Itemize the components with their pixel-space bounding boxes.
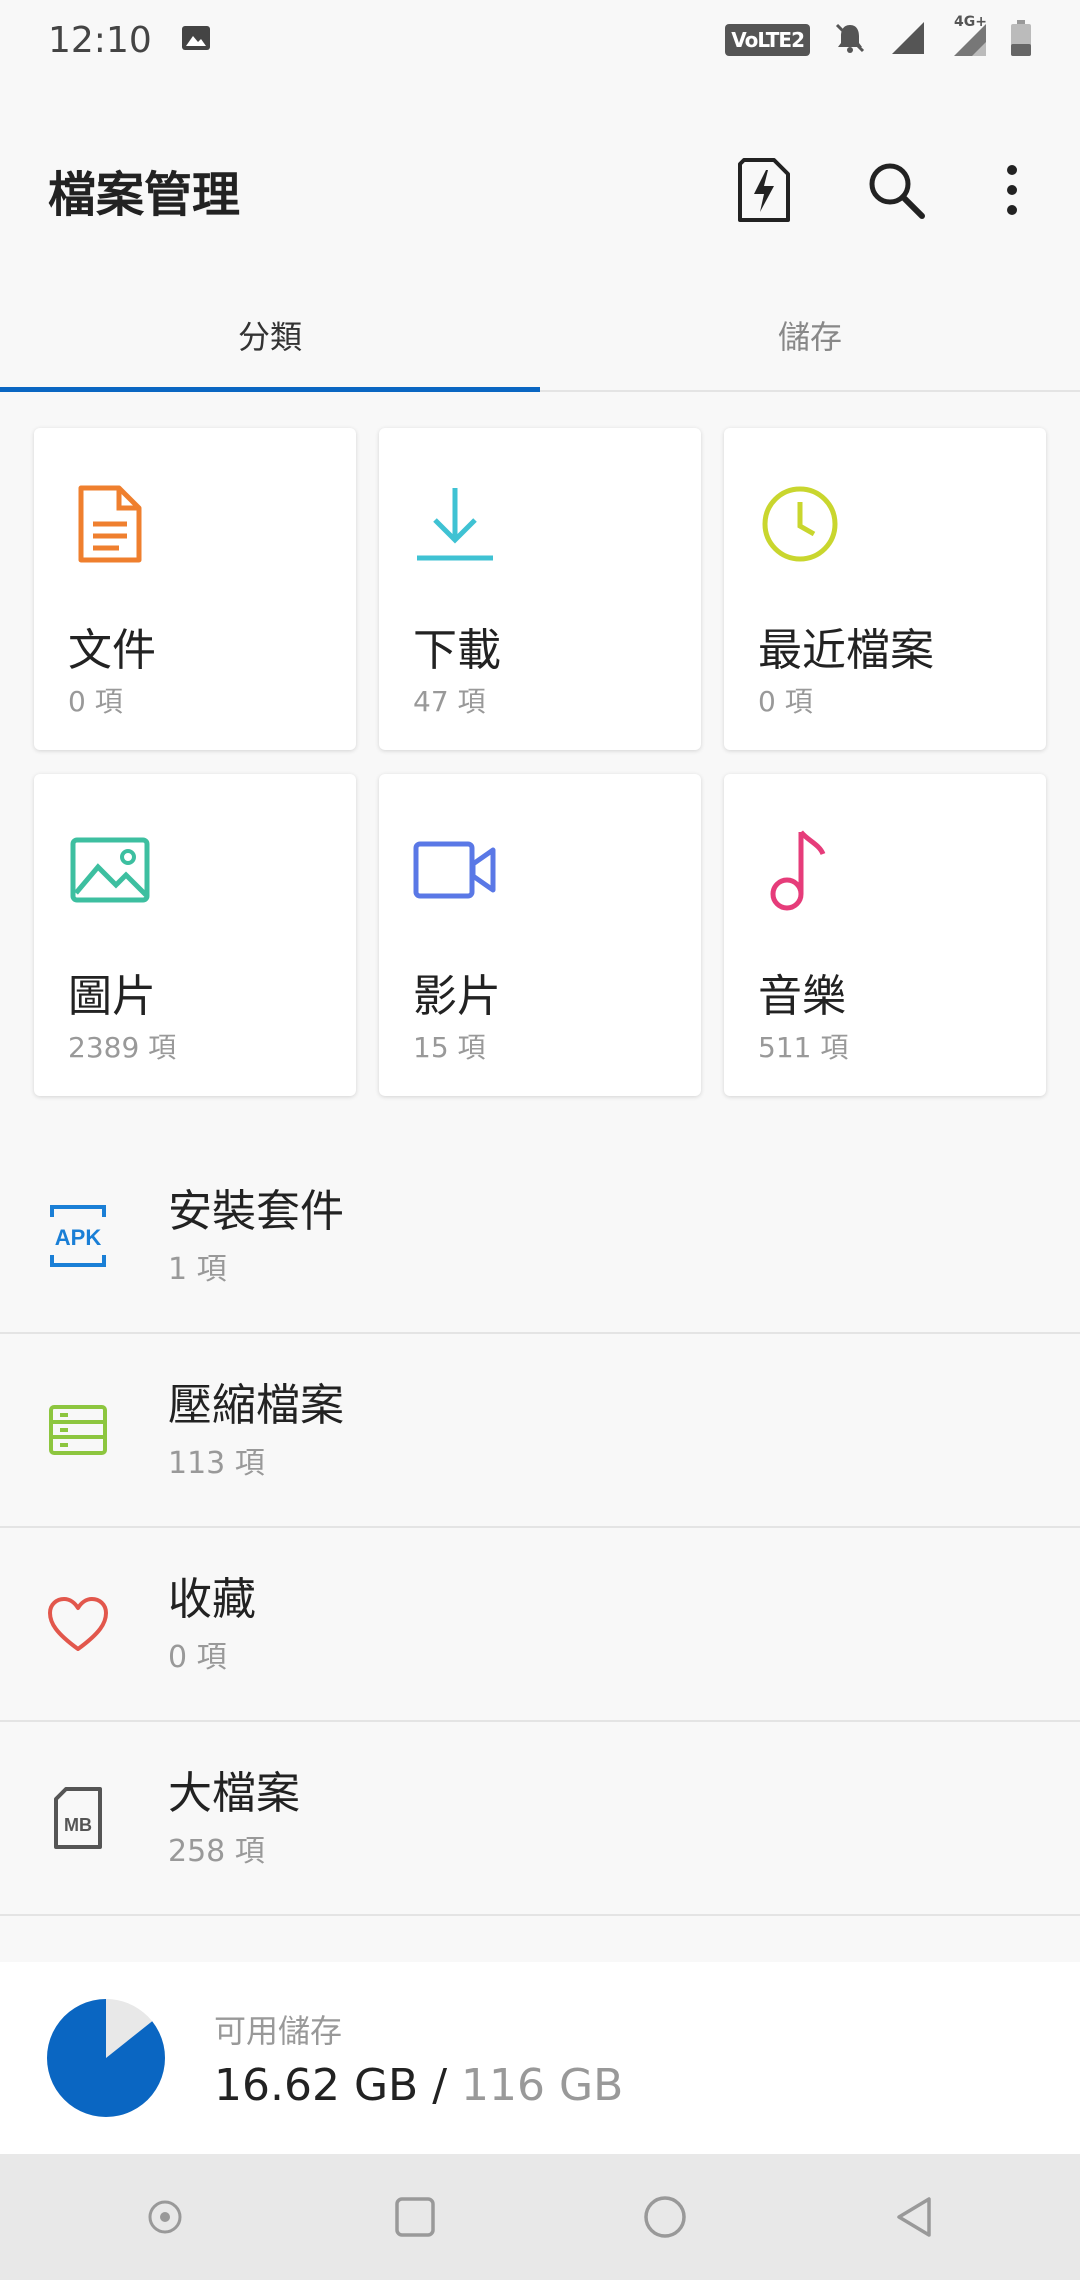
heart-icon (38, 1584, 118, 1664)
home-icon[interactable] (625, 2177, 705, 2257)
quick-file-icon[interactable] (728, 154, 800, 226)
tab-storage[interactable]: 儲存 (540, 280, 1080, 390)
document-icon (68, 482, 152, 566)
storage-values: 16.62 GB / 116 GB (214, 2060, 623, 2111)
category-count: 15 項 (413, 1031, 486, 1064)
list-item-title: 大檔案 (168, 1768, 300, 1819)
list-item-count: 113 項 (168, 1446, 265, 1481)
apk-icon: APK (38, 1196, 118, 1276)
category-title: 影片 (413, 971, 501, 1022)
category-title: 文件 (68, 625, 156, 676)
storage-total: 116 GB (461, 2059, 624, 2111)
category-title: 圖片 (68, 971, 156, 1022)
storage-separator: / (418, 2059, 462, 2111)
category-card-documents[interactable]: 文件 0 項 (34, 428, 356, 750)
category-count: 2389 項 (68, 1031, 177, 1064)
list-item-title: 安裝套件 (168, 1186, 344, 1237)
file-type-list: APK 安裝套件 1 項 壓縮檔案 113 項 收藏 0 項 MB 大檔案 25… (0, 1140, 1080, 1916)
storage-summary[interactable]: 可用儲存 16.62 GB / 116 GB (0, 1962, 1080, 2154)
category-card-images[interactable]: 圖片 2389 項 (34, 774, 356, 1096)
svg-text:MB: MB (64, 1815, 92, 1835)
category-count: 0 項 (68, 685, 123, 718)
category-count: 47 項 (413, 685, 486, 718)
more-vert-icon[interactable] (992, 154, 1032, 226)
category-card-music[interactable]: 音樂 511 項 (724, 774, 1046, 1096)
image-icon (68, 828, 152, 912)
network-type: 4G+ (954, 14, 987, 30)
list-item-count: 0 項 (168, 1640, 227, 1675)
volte-badge: VoLTE2 (725, 24, 810, 56)
category-title: 音樂 (758, 971, 846, 1022)
list-item-archives[interactable]: 壓縮檔案 113 項 (0, 1334, 1080, 1528)
list-item-title: 壓縮檔案 (168, 1380, 344, 1431)
search-icon[interactable] (860, 154, 932, 226)
recents-icon[interactable] (375, 2177, 455, 2257)
category-card-recent[interactable]: 最近檔案 0 項 (724, 428, 1046, 750)
system-nav-bar (0, 2154, 1080, 2280)
list-item-count: 1 項 (168, 1252, 227, 1287)
image-icon (180, 22, 212, 58)
battery-icon (1010, 20, 1032, 60)
assistant-icon[interactable] (125, 2177, 205, 2257)
svg-text:APK: APK (55, 1225, 102, 1250)
signal-4g-icon: 4G+ (948, 14, 988, 62)
list-item-apk[interactable]: APK 安裝套件 1 項 (0, 1140, 1080, 1334)
app-bar: 檔案管理 (0, 110, 1080, 270)
category-grid: 文件 0 項 下載 47 項 最近檔案 0 項 圖片 2389 項 影片 15 … (34, 428, 1046, 1096)
download-icon (413, 482, 497, 566)
list-item-large-files[interactable]: MB 大檔案 258 項 (0, 1722, 1080, 1916)
storage-pie-chart (46, 1999, 165, 2117)
list-item-favorites[interactable]: 收藏 0 項 (0, 1528, 1080, 1722)
clock-icon (758, 482, 842, 566)
status-time: 12:10 (48, 19, 152, 61)
category-title: 下載 (413, 625, 501, 676)
signal-icon (890, 20, 926, 60)
category-title: 最近檔案 (758, 625, 934, 676)
tab-categories[interactable]: 分類 (0, 280, 540, 392)
list-item-count: 258 項 (168, 1834, 265, 1869)
tab-bar: 分類 儲存 (0, 280, 1080, 392)
category-count: 511 項 (758, 1031, 849, 1064)
music-icon (758, 828, 842, 912)
category-count: 0 項 (758, 685, 813, 718)
category-card-downloads[interactable]: 下載 47 項 (379, 428, 701, 750)
large-file-icon: MB (38, 1778, 118, 1858)
storage-free: 16.62 GB (214, 2059, 419, 2111)
video-icon (413, 828, 497, 912)
storage-label: 可用儲存 (214, 2011, 343, 2050)
back-icon[interactable] (875, 2177, 955, 2257)
page-title: 檔案管理 (48, 167, 241, 223)
mute-icon (832, 20, 868, 60)
archive-icon (38, 1390, 118, 1470)
status-bar: 12:10 VoLTE2 4G+ (0, 0, 1080, 80)
category-card-videos[interactable]: 影片 15 項 (379, 774, 701, 1096)
list-item-title: 收藏 (168, 1574, 256, 1625)
